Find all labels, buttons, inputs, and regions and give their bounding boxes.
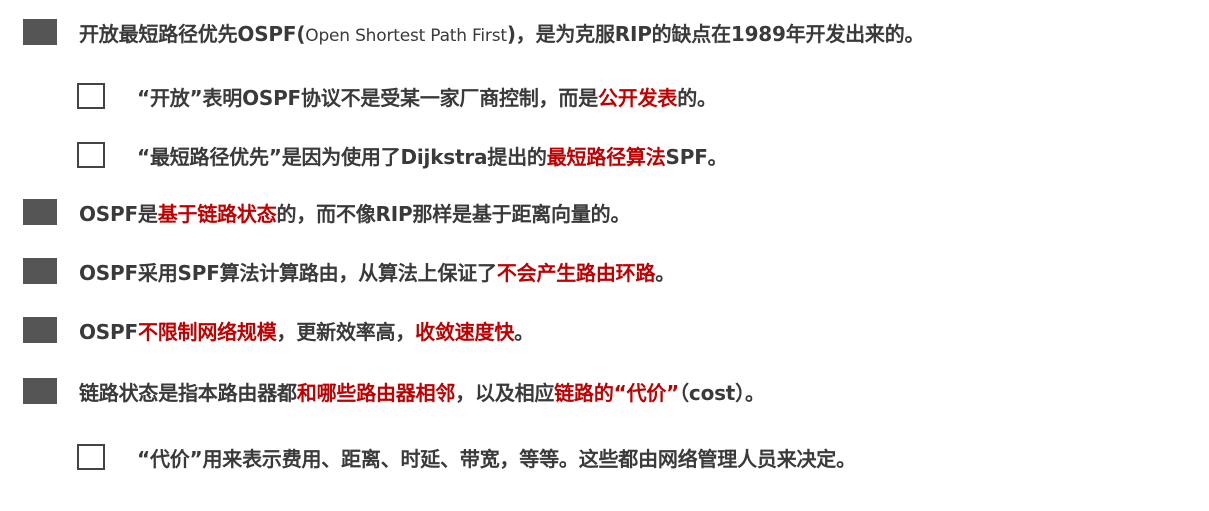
text-segment: OSPF [79,319,138,344]
bullet-text: OSPF是基于链路状态的，而不像RIP那样是基于距离向量的。 [79,198,630,227]
text-segment: 。 [514,319,534,344]
text-segment: 开放最短路径优先OSPF( [79,21,306,46]
text-segment: “最短路径优先”是因为使用了Dijkstra提出的 [137,144,547,169]
text-segment: )，是为克服RIP的缺点在1989年开发出来的。 [506,21,925,46]
text-segment: ，更新效率高， [276,319,416,344]
filled-square-bullet-icon [23,19,57,45]
text-segment: 。 [655,260,676,285]
sub-bullet-item: “最短路径优先”是因为使用了Dijkstra提出的最短路径算法SPF。 [0,141,1209,170]
bullet-text: 开放最短路径优先OSPF(Open Shortest Path First)，是… [79,18,925,47]
highlighted-term: 收敛速度快 [415,319,515,344]
text-segment: Open Shortest Path First [305,25,507,46]
text-segment: “开放”表明OSPF协议不是受某一家厂商控制，而是 [137,85,599,110]
sub-bullet-item: “开放”表明OSPF协议不是受某一家厂商控制，而是公开发表的。 [0,82,1209,111]
bullet-item: 开放最短路径优先OSPF(Open Shortest Path First)，是… [0,18,1209,47]
text-segment: （cost）。 [679,380,765,405]
bullet-text: OSPF不限制网络规模，更新效率高，收敛速度快。 [79,316,534,345]
highlighted-term: 公开发表 [598,85,678,110]
text-segment: ，以及相应 [455,380,555,405]
highlighted-term: 链路的“代价” [554,380,680,405]
sub-bullet-item: “代价”用来表示费用、距离、时延、带宽，等等。这些都由网络管理人员来决定。 [0,443,1209,472]
highlighted-term: 不会产生路由环路 [496,260,656,285]
bullet-item: 链路状态是指本路由器都和哪些路由器相邻，以及相应链路的“代价”（cost）。 [0,377,1209,406]
highlighted-term: 最短路径算法 [546,144,666,169]
filled-square-bullet-icon [23,258,57,284]
highlighted-term: 和哪些路由器相邻 [296,380,456,405]
bullet-text: 链路状态是指本路由器都和哪些路由器相邻，以及相应链路的“代价”（cost）。 [79,377,765,406]
text-segment: 链路状态是指本路由器都 [79,380,297,405]
hollow-square-bullet-icon [77,444,105,470]
text-segment: OSPF是 [79,201,158,226]
text-segment: “代价”用来表示费用、距离、时延、带宽，等等。这些都由网络管理人员来决定。 [137,446,856,471]
hollow-square-bullet-icon [77,142,105,168]
filled-square-bullet-icon [23,317,57,343]
bullet-item: OSPF不限制网络规模，更新效率高，收敛速度快。 [0,316,1209,345]
bullet-text: “代价”用来表示费用、距离、时延、带宽，等等。这些都由网络管理人员来决定。 [137,443,856,472]
bullet-text: “开放”表明OSPF协议不是受某一家厂商控制，而是公开发表的。 [137,82,717,111]
filled-square-bullet-icon [23,199,57,225]
text-segment: OSPF采用SPF算法计算路由，从算法上保证了 [79,260,497,285]
bullet-item: OSPF是基于链路状态的，而不像RIP那样是基于距离向量的。 [0,198,1209,227]
highlighted-term: 基于链路状态 [157,201,277,226]
highlighted-term: 不限制网络规模 [137,319,277,344]
hollow-square-bullet-icon [77,83,105,109]
text-segment: SPF。 [665,144,728,169]
text-segment: 的，而不像RIP那样是基于距离向量的。 [276,201,631,226]
bullet-text: OSPF采用SPF算法计算路由，从算法上保证了不会产生路由环路。 [79,257,675,286]
bullet-item: OSPF采用SPF算法计算路由，从算法上保证了不会产生路由环路。 [0,257,1209,286]
bullet-text: “最短路径优先”是因为使用了Dijkstra提出的最短路径算法SPF。 [137,141,728,170]
filled-square-bullet-icon [23,378,57,404]
text-segment: 的。 [677,85,717,110]
